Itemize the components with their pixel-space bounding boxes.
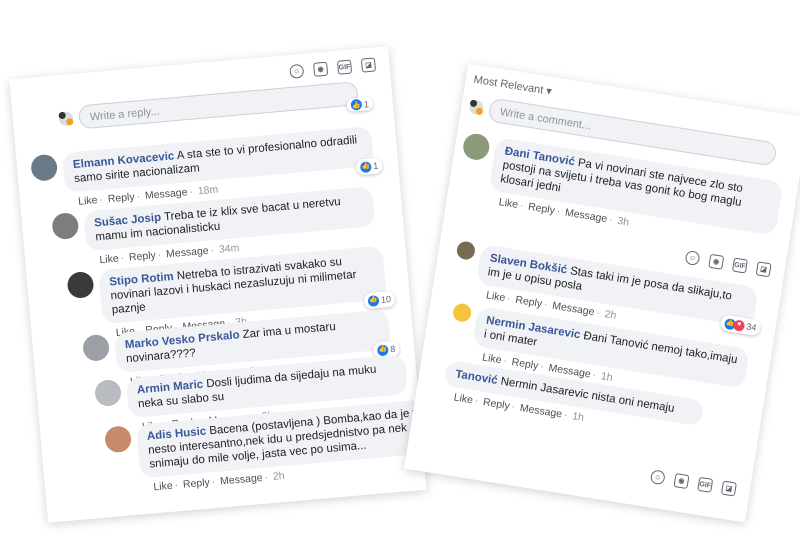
message-link[interactable]: Message bbox=[220, 472, 263, 488]
like-icon: 👍 bbox=[376, 343, 389, 356]
like-link[interactable]: Like bbox=[453, 391, 474, 406]
reaction-badge[interactable]: 👍 1 bbox=[346, 96, 374, 113]
composer-icons: ☺ ◉ GIF ◪ bbox=[684, 250, 772, 278]
reply-link[interactable]: Reply bbox=[482, 396, 510, 412]
message-link[interactable]: Message bbox=[166, 245, 209, 261]
timestamp[interactable]: 1h bbox=[600, 370, 613, 384]
avatar[interactable] bbox=[51, 212, 80, 241]
camera-icon[interactable]: ◉ bbox=[673, 473, 690, 490]
message-link[interactable]: Message bbox=[564, 207, 608, 226]
like-link[interactable]: Like bbox=[153, 480, 173, 494]
avatar[interactable] bbox=[451, 302, 473, 323]
message-link[interactable]: Message bbox=[551, 300, 595, 319]
avatar[interactable] bbox=[104, 425, 133, 454]
comment-text: Netreba to istrazivati svakako su novina… bbox=[110, 256, 357, 317]
reply-thread-panel: ☺ ◉ GIF ◪ Write a reply... 👍 1 Elmann Ko… bbox=[9, 46, 449, 523]
composer-icons: ☺ ◉ GIF ◪ bbox=[289, 57, 377, 79]
reply-link[interactable]: Reply bbox=[515, 294, 543, 310]
reply-composer: Write a reply... 👍 1 bbox=[58, 81, 374, 131]
like-link[interactable]: Like bbox=[99, 253, 119, 267]
composer-icons: ☺ ◉ GIF ◪ bbox=[649, 469, 737, 497]
gif-icon[interactable]: GIF bbox=[731, 257, 748, 274]
camera-icon[interactable]: ◉ bbox=[313, 61, 329, 77]
avatar bbox=[58, 111, 74, 127]
gif-icon[interactable]: GIF bbox=[697, 476, 714, 493]
sticker-icon[interactable]: ◪ bbox=[360, 57, 377, 73]
gif-icon[interactable]: GIF bbox=[336, 59, 353, 75]
emoji-icon[interactable]: ☺ bbox=[649, 469, 666, 486]
avatar[interactable] bbox=[30, 153, 59, 182]
timestamp[interactable]: 18m bbox=[197, 184, 218, 198]
timestamp[interactable]: 3h bbox=[616, 215, 629, 229]
reply-link[interactable]: Reply bbox=[128, 249, 156, 263]
reply-input[interactable]: Write a reply... bbox=[77, 81, 359, 130]
comment-thread-panel: Most Relevant ▾ Write a comment... Đani … bbox=[404, 63, 800, 523]
avatar[interactable] bbox=[461, 131, 492, 162]
like-icon: 👍 bbox=[367, 294, 380, 307]
reply-link[interactable]: Reply bbox=[107, 191, 135, 205]
reaction-badge[interactable]: 👍 10 bbox=[363, 290, 396, 310]
reply-link[interactable]: Reply bbox=[182, 476, 210, 490]
timestamp[interactable]: 2h bbox=[604, 308, 617, 322]
like-link[interactable]: Like bbox=[78, 194, 98, 208]
avatar[interactable] bbox=[81, 333, 111, 362]
message-link[interactable]: Message bbox=[144, 186, 187, 202]
timestamp[interactable]: 2h bbox=[272, 470, 285, 483]
avatar[interactable] bbox=[455, 240, 477, 261]
timestamp[interactable]: 34m bbox=[218, 242, 239, 256]
comment-author[interactable]: Tanović bbox=[454, 368, 498, 387]
camera-icon[interactable]: ◉ bbox=[708, 253, 725, 270]
reaction-badge[interactable]: 👍 1 bbox=[355, 157, 383, 176]
sort-dropdown[interactable]: Most Relevant ▾ bbox=[473, 73, 553, 98]
sticker-icon[interactable]: ◪ bbox=[755, 261, 772, 278]
like-link[interactable]: Like bbox=[498, 196, 519, 211]
emoji-icon[interactable]: ☺ bbox=[289, 63, 305, 79]
message-link[interactable]: Message bbox=[519, 402, 563, 421]
like-link[interactable]: Like bbox=[485, 289, 506, 304]
sticker-icon[interactable]: ◪ bbox=[720, 480, 737, 497]
reply-link[interactable]: Reply bbox=[527, 201, 555, 217]
like-link[interactable]: Like bbox=[481, 351, 502, 366]
love-icon: ♥ bbox=[732, 318, 746, 332]
like-icon: 👍 bbox=[359, 160, 372, 173]
emoji-icon[interactable]: ☺ bbox=[684, 250, 701, 267]
avatar[interactable] bbox=[66, 270, 95, 300]
avatar bbox=[468, 99, 485, 116]
avatar[interactable] bbox=[93, 378, 123, 408]
timestamp[interactable]: 1h bbox=[571, 410, 584, 424]
like-icon: 👍 bbox=[350, 98, 363, 111]
